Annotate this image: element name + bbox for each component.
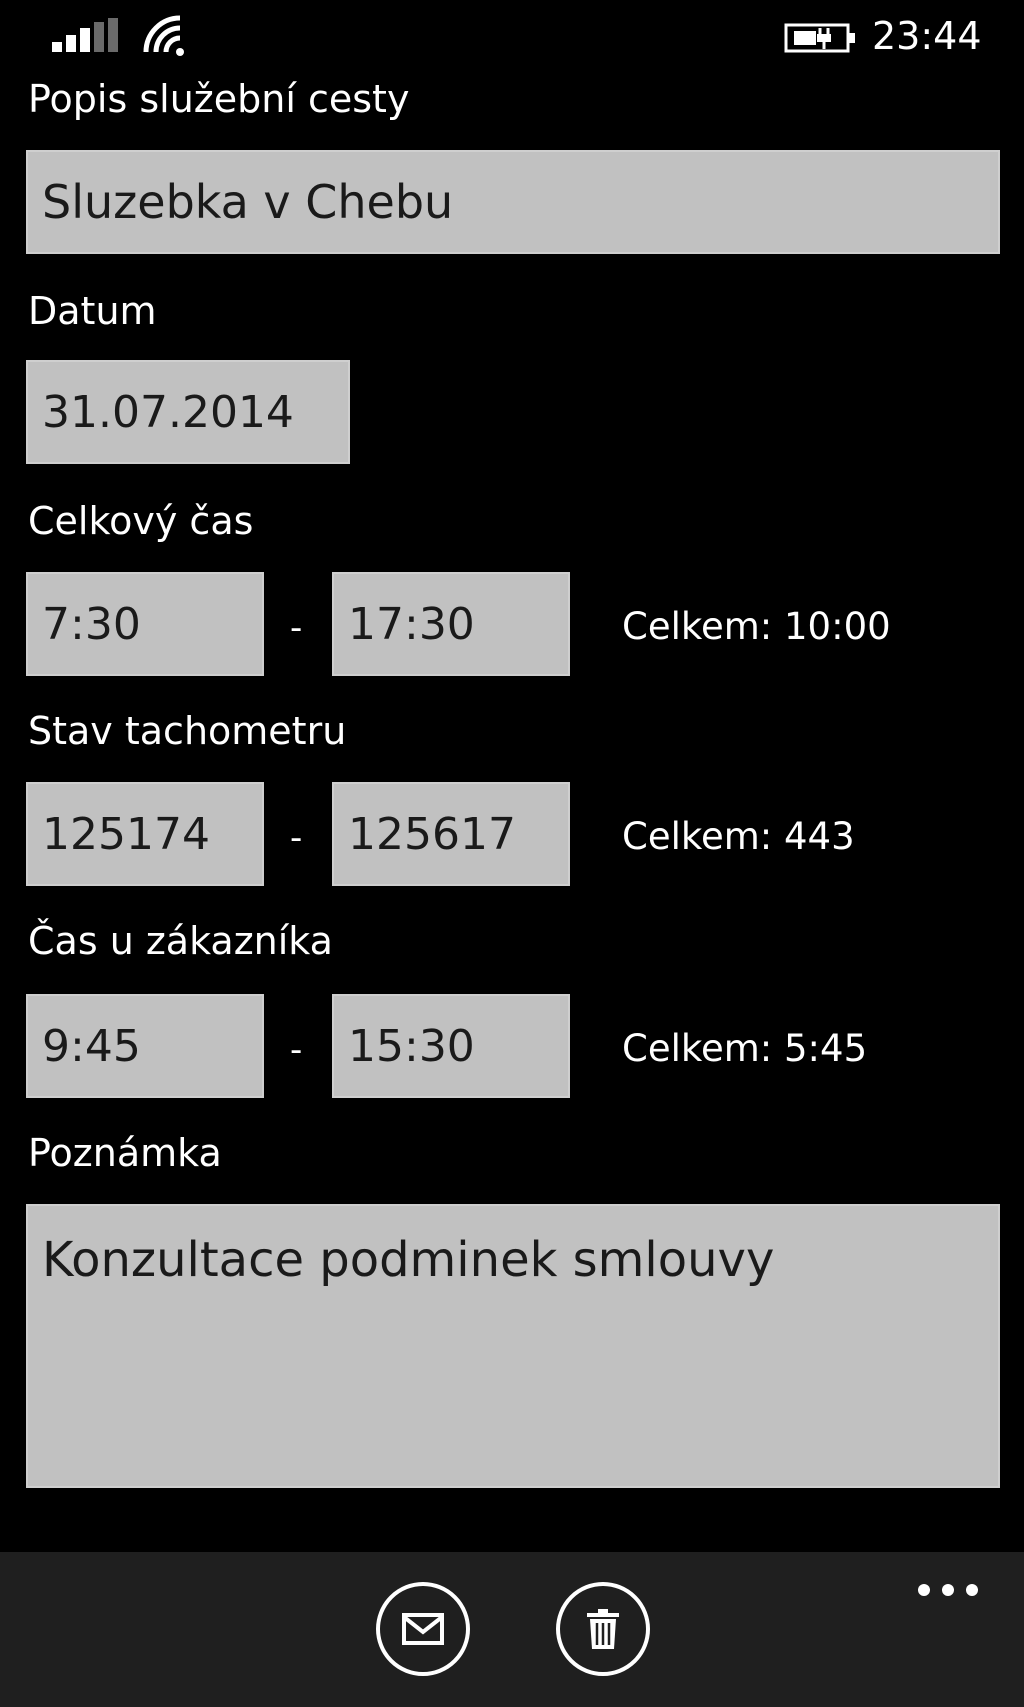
customer-time-separator: - [290,1030,303,1070]
total-time-to-input[interactable]: 17:30 [332,572,570,676]
description-input[interactable]: Sluzebka v Chebu [26,150,1000,254]
signal-icon [52,18,118,52]
send-email-button[interactable] [376,1582,470,1676]
odometer-separator: - [290,818,303,858]
date-input[interactable]: 31.07.2014 [26,360,350,464]
date-label: Datum [28,289,157,333]
odometer-sum: Celkem: 443 [622,815,855,858]
customer-time-to-input[interactable]: 15:30 [332,994,570,1098]
customer-time-label: Čas u zákazníka [28,919,333,963]
total-time-label: Celkový čas [28,499,254,543]
total-time-sum: Celkem: 10:00 [622,605,891,648]
note-label: Poznámka [28,1131,222,1175]
battery-charging-icon [784,23,855,53]
odometer-from-input[interactable]: 125174 [26,782,264,886]
customer-time-sum: Celkem: 5:45 [622,1027,868,1070]
note-textarea[interactable]: Konzultace podminek smlouvy [26,1204,1000,1488]
status-bar: 23:44 [0,0,1024,70]
odometer-to-input[interactable]: 125617 [332,782,570,886]
description-label: Popis služební cesty [28,77,410,121]
total-time-from-input[interactable]: 7:30 [26,572,264,676]
mail-icon [402,1613,444,1645]
trash-icon [587,1609,619,1649]
total-time-separator: - [290,608,303,648]
delete-button[interactable] [556,1582,650,1676]
more-icon[interactable] [916,1580,980,1600]
status-time: 23:44 [872,14,982,58]
app-bar [0,1552,1024,1707]
customer-time-from-input[interactable]: 9:45 [26,994,264,1098]
odometer-label: Stav tachometru [28,709,347,753]
wifi-icon [143,15,184,56]
